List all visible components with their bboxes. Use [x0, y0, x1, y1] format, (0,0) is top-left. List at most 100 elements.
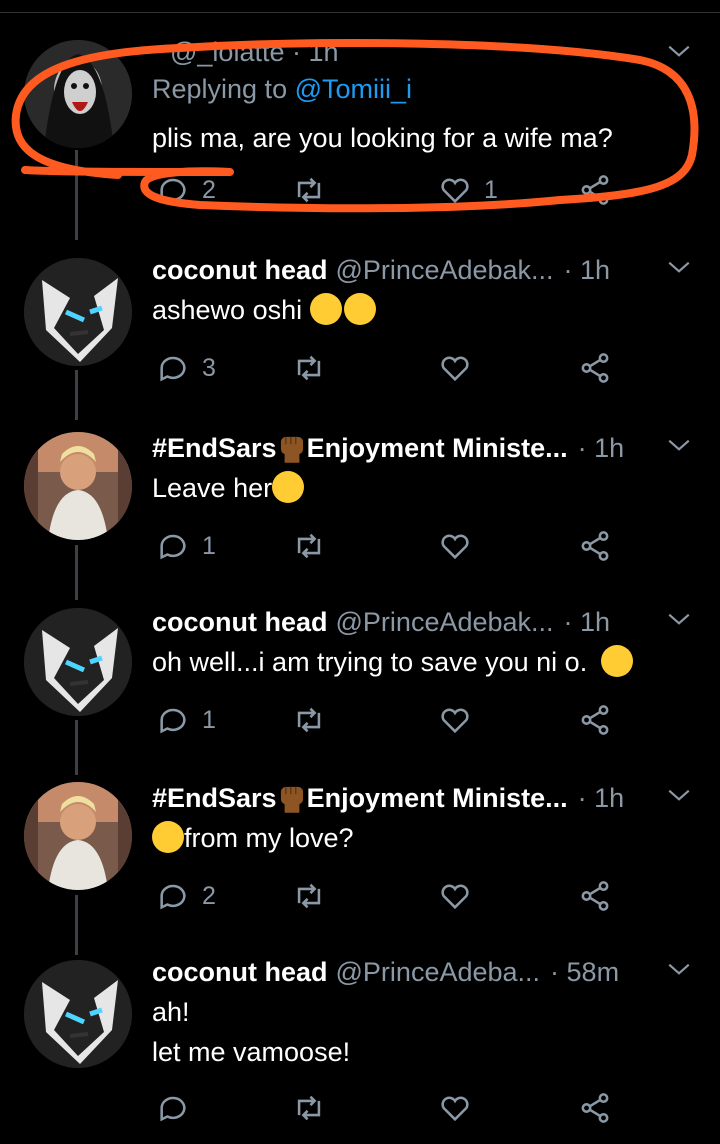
- share-icon: [581, 353, 609, 383]
- tweet-text-line: ah!: [152, 997, 190, 1027]
- tweet[interactable]: coconut head @PrinceAdeba... · 58m ah! l…: [0, 952, 720, 1137]
- timestamp: · 1h: [563, 254, 611, 285]
- reply-button[interactable]: 1: [156, 700, 216, 740]
- neutral-face-emoji: [600, 645, 633, 677]
- retweet-button[interactable]: [292, 876, 326, 916]
- display-name-suffix[interactable]: Enjoyment Ministe...: [307, 433, 568, 464]
- timestamp: · 1h: [563, 606, 611, 637]
- share-button[interactable]: [578, 700, 612, 740]
- handle[interactable]: @_lolatte · 1h: [170, 37, 339, 68]
- tweet-text-row: ashewo oshi: [152, 290, 680, 330]
- reply-icon: [160, 534, 186, 560]
- tweet-text: Leave her: [152, 473, 273, 503]
- avatar[interactable]: [24, 960, 132, 1068]
- tweet-text-line: let me vamoose!: [152, 1037, 351, 1067]
- raised-fist-emoji: [280, 786, 303, 813]
- reply-icon: [160, 1096, 186, 1122]
- reply-button[interactable]: 2: [156, 876, 216, 916]
- share-button[interactable]: [578, 526, 612, 566]
- top-divider: [0, 12, 720, 13]
- tweet-header: coconut head @PrinceAdeba... · 58m: [152, 952, 702, 992]
- tweet-text-row: oh well...i am trying to save you ni o.: [152, 642, 700, 682]
- replying-to-link[interactable]: @Tomiii_i: [295, 74, 412, 104]
- tweet[interactable]: coconut head @PrinceAdebak... · 1h oh we…: [0, 602, 720, 752]
- heart-icon: [441, 884, 469, 910]
- retweet-button[interactable]: [292, 348, 326, 388]
- reply-button[interactable]: [156, 1088, 190, 1128]
- chevron-down-icon[interactable]: [666, 254, 692, 280]
- chevron-down-icon[interactable]: [666, 432, 692, 458]
- chevron-down-icon[interactable]: [666, 782, 692, 808]
- reply-count: 2: [202, 881, 216, 910]
- tweet-header: coconut head @PrinceAdebak... · 1h: [152, 250, 702, 290]
- share-button[interactable]: [578, 876, 612, 916]
- chevron-down-icon[interactable]: [666, 956, 692, 982]
- tweet-header: @_lolatte · 1h: [152, 32, 702, 72]
- tweet-text: ashewo oshi: [152, 295, 303, 325]
- like-button[interactable]: [438, 876, 472, 916]
- retweet-icon: [297, 707, 321, 733]
- timestamp: · 1h: [577, 432, 625, 463]
- reply-button[interactable]: 2: [156, 170, 216, 210]
- like-button[interactable]: [438, 348, 472, 388]
- like-button[interactable]: [438, 1088, 472, 1128]
- reply-count: 1: [202, 531, 216, 560]
- display-name[interactable]: #EndSars: [152, 433, 277, 464]
- pleading-face-emoji: [152, 821, 184, 853]
- reply-icon: [160, 708, 186, 734]
- share-button[interactable]: [578, 170, 612, 210]
- eye-roll-emoji: [309, 293, 342, 325]
- share-button[interactable]: [578, 348, 612, 388]
- retweet-button[interactable]: [292, 526, 326, 566]
- tweet-actions: 2 1: [152, 170, 632, 210]
- share-button[interactable]: [578, 1088, 612, 1128]
- reply-count: 2: [202, 175, 216, 204]
- display-name[interactable]: coconut head: [152, 607, 328, 638]
- reply-icon: [160, 178, 186, 204]
- retweet-button[interactable]: [292, 700, 326, 740]
- retweet-button[interactable]: [292, 1088, 326, 1128]
- handle[interactable]: @PrinceAdebak...: [336, 607, 554, 638]
- handle[interactable]: @PrinceAdeba...: [336, 957, 541, 988]
- reply-button[interactable]: 3: [156, 348, 216, 388]
- retweet-icon: [297, 177, 321, 203]
- share-icon: [581, 175, 609, 205]
- tweet-text: plis ma, are you looking for a wife ma?: [152, 123, 613, 153]
- chevron-down-icon[interactable]: [666, 38, 692, 64]
- avatar[interactable]: [24, 40, 132, 148]
- heart-icon: [441, 356, 469, 382]
- tweet-actions: 1: [152, 526, 632, 566]
- tweet-actions: [152, 1088, 632, 1128]
- tweet-header: #EndSars Enjoyment Ministe... · 1h: [152, 778, 702, 818]
- tweet[interactable]: @_lolatte · 1h Replying to @Tomiii_i pli…: [0, 30, 720, 220]
- avatar[interactable]: [24, 432, 132, 540]
- replying-prefix: Replying to: [152, 74, 288, 104]
- avatar[interactable]: [24, 258, 132, 366]
- reply-button[interactable]: 1: [156, 526, 216, 566]
- display-name[interactable]: coconut head: [152, 255, 328, 286]
- tweet[interactable]: coconut head @PrinceAdebak... · 1h ashew…: [0, 250, 720, 400]
- avatar[interactable]: [24, 782, 132, 890]
- reply-count: 1: [202, 705, 216, 734]
- like-button[interactable]: [438, 526, 472, 566]
- display-name[interactable]: coconut head: [152, 957, 328, 988]
- reply-count: 3: [202, 353, 216, 382]
- tweet[interactable]: #EndSars Enjoyment Ministe... · 1h Leave…: [0, 428, 720, 578]
- display-name[interactable]: #EndSars: [152, 783, 277, 814]
- avatar[interactable]: [24, 608, 132, 716]
- like-button[interactable]: [438, 700, 472, 740]
- tweet[interactable]: #EndSars Enjoyment Ministe... · 1h from …: [0, 778, 720, 928]
- share-icon: [581, 1093, 609, 1123]
- unamused-emoji: [272, 471, 305, 503]
- tweet-text: from my love?: [184, 823, 354, 853]
- heart-icon: [441, 708, 469, 734]
- tweet-header: #EndSars Enjoyment Ministe... · 1h: [152, 428, 702, 468]
- chevron-down-icon[interactable]: [666, 606, 692, 632]
- like-count: 1: [484, 175, 498, 204]
- display-name-suffix[interactable]: Enjoyment Ministe...: [307, 783, 568, 814]
- retweet-button[interactable]: [292, 170, 326, 210]
- raised-fist-emoji: [280, 436, 303, 463]
- handle[interactable]: @PrinceAdebak...: [336, 255, 554, 286]
- like-button[interactable]: 1: [438, 170, 498, 210]
- heart-icon: [441, 534, 469, 560]
